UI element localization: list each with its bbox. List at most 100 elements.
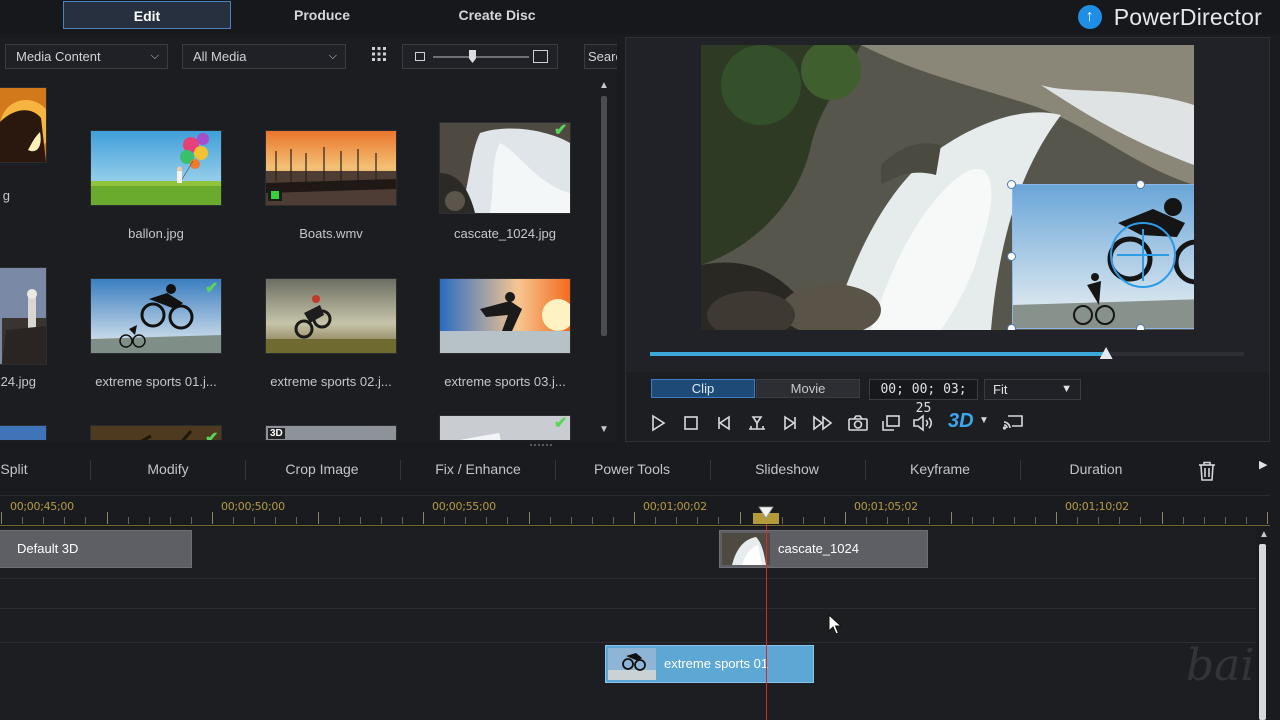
playhead-handle[interactable] bbox=[753, 506, 779, 524]
media-thumb[interactable] bbox=[91, 426, 221, 440]
top-tab-bar: Edit Produce Create Disc ↑ PowerDirector bbox=[0, 0, 1280, 34]
split-marker-icon[interactable] bbox=[745, 412, 769, 434]
media-thumb[interactable] bbox=[0, 268, 46, 364]
ruler-tick bbox=[85, 517, 87, 524]
ruler-tick bbox=[887, 517, 889, 524]
3d-mode-button[interactable]: 3D bbox=[948, 410, 974, 433]
more-tools-arrow-icon[interactable]: ▶ bbox=[1259, 458, 1267, 471]
media-thumb[interactable] bbox=[91, 279, 221, 353]
ruler-tick bbox=[359, 517, 361, 524]
ruler-tick bbox=[43, 517, 45, 524]
edit-toolbar: Split Modify Crop Image Fix / Enhance Po… bbox=[0, 452, 1280, 488]
fix-enhance-button[interactable]: Fix / Enhance bbox=[418, 452, 538, 488]
slider-knob[interactable] bbox=[469, 50, 476, 63]
fast-forward-icon[interactable] bbox=[811, 412, 835, 434]
zoom-fit-dropdown[interactable]: Fit ▼ bbox=[984, 379, 1081, 400]
ruler-tick bbox=[22, 517, 24, 524]
tab-produce[interactable]: Produce bbox=[238, 1, 406, 29]
timeline-clip-cascate[interactable]: cascate_1024 bbox=[719, 530, 928, 568]
toolbar-divider bbox=[400, 460, 401, 480]
scrollbar-thumb[interactable] bbox=[1259, 544, 1266, 720]
movie-mode-button[interactable]: Movie bbox=[756, 379, 860, 398]
small-thumbnail-icon bbox=[415, 52, 425, 61]
media-thumb[interactable] bbox=[266, 426, 396, 440]
toolbar-divider bbox=[555, 460, 556, 480]
slideshow-button[interactable]: Slideshow bbox=[727, 452, 847, 488]
media-thumb[interactable] bbox=[440, 279, 570, 353]
timeline-clip-extreme-sports[interactable]: extreme sports 01 bbox=[605, 645, 814, 683]
preview-scrubber[interactable] bbox=[650, 347, 1244, 359]
split-button[interactable]: Split bbox=[0, 452, 34, 488]
ruler-tick bbox=[233, 517, 235, 524]
search-input[interactable]: Search bbox=[584, 44, 617, 69]
resize-handle[interactable] bbox=[1136, 180, 1145, 189]
chevron-down-icon[interactable]: ▼ bbox=[979, 415, 989, 426]
tab-edit[interactable]: Edit bbox=[63, 1, 231, 29]
undock-preview-icon[interactable] bbox=[879, 412, 903, 434]
preview-screen[interactable] bbox=[701, 45, 1194, 330]
play-icon[interactable] bbox=[646, 412, 670, 434]
stop-icon[interactable] bbox=[679, 412, 703, 434]
timeline-ruler[interactable]: 00;00;45;00 00;00;50;00 00;00;55;00 00;0… bbox=[0, 495, 1270, 527]
toolbar-divider bbox=[710, 460, 711, 480]
grid-view-icon[interactable] bbox=[364, 46, 394, 68]
volume-icon[interactable] bbox=[911, 412, 935, 434]
resize-handle[interactable] bbox=[1136, 324, 1145, 330]
media-thumb[interactable] bbox=[0, 426, 46, 440]
media-content-dropdown[interactable]: Media Content ⌵ bbox=[5, 44, 168, 69]
pip-overlay[interactable] bbox=[1012, 184, 1194, 329]
library-scrollbar[interactable]: ▲ ▼ bbox=[598, 78, 610, 438]
media-thumb[interactable] bbox=[266, 131, 396, 205]
trash-icon[interactable] bbox=[1196, 460, 1218, 482]
track-divider bbox=[0, 642, 1256, 643]
previous-frame-icon[interactable] bbox=[712, 412, 736, 434]
media-filter-dropdown[interactable]: All Media ⌵ bbox=[182, 44, 346, 69]
media-thumb[interactable] bbox=[91, 131, 221, 205]
timeline-tracks[interactable]: Default 3D cascate_1024 extreme sports 0… bbox=[0, 528, 1256, 720]
mouse-pointer-icon bbox=[828, 613, 843, 636]
media-thumb[interactable] bbox=[440, 123, 570, 213]
next-frame-icon[interactable] bbox=[778, 412, 802, 434]
toolbar-divider bbox=[1020, 460, 1021, 480]
media-thumb[interactable] bbox=[0, 88, 46, 162]
scrollbar-thumb[interactable] bbox=[601, 96, 607, 336]
scroll-up-icon[interactable]: ▲ bbox=[599, 80, 609, 91]
upgrade-arrow-icon[interactable]: ↑ bbox=[1077, 5, 1102, 29]
crop-image-button[interactable]: Crop Image bbox=[262, 452, 382, 488]
tab-create-disc[interactable]: Create Disc bbox=[413, 1, 581, 29]
ruler-tick bbox=[127, 517, 129, 524]
modify-button[interactable]: Modify bbox=[118, 452, 218, 488]
chevron-down-icon: ⌵ bbox=[150, 50, 159, 62]
power-tools-button[interactable]: Power Tools bbox=[572, 452, 692, 488]
timecode-display[interactable]: 00; 00; 03; 25 bbox=[869, 379, 978, 416]
ruler-tick bbox=[971, 517, 973, 524]
ruler-baseline bbox=[0, 525, 1270, 526]
scroll-down-icon[interactable]: ▼ bbox=[599, 424, 609, 435]
ruler-tick bbox=[950, 512, 952, 524]
clip-mode-button[interactable]: Clip bbox=[651, 379, 755, 398]
panel-splitter[interactable] bbox=[530, 444, 552, 448]
toolbar-divider bbox=[245, 460, 246, 480]
thumbnail-size-slider[interactable] bbox=[402, 44, 558, 69]
ruler-tick bbox=[1056, 512, 1057, 524]
resize-handle[interactable] bbox=[1007, 324, 1016, 330]
clip-thumbnail bbox=[608, 648, 656, 680]
snapshot-camera-icon[interactable] bbox=[846, 412, 870, 434]
media-thumb[interactable] bbox=[440, 416, 570, 440]
duration-button[interactable]: Duration bbox=[1036, 452, 1156, 488]
ruler-tick bbox=[528, 512, 530, 524]
external-display-icon[interactable] bbox=[1001, 412, 1025, 434]
keyframe-button[interactable]: Keyframe bbox=[880, 452, 1000, 488]
ruler-tick bbox=[634, 512, 635, 524]
ruler-tick bbox=[866, 517, 868, 524]
media-thumb[interactable] bbox=[266, 279, 396, 353]
timeline-clip-default-3d[interactable]: Default 3D bbox=[0, 530, 192, 568]
resize-handle[interactable] bbox=[1007, 180, 1016, 189]
ruler-tick bbox=[275, 517, 277, 524]
resize-handle[interactable] bbox=[1007, 252, 1016, 261]
timeline-scrollbar[interactable]: ▲ bbox=[1256, 528, 1270, 720]
playhead-line[interactable] bbox=[766, 518, 767, 720]
media-filter-dropdown-value: All Media bbox=[193, 49, 247, 64]
scroll-up-icon[interactable]: ▲ bbox=[1259, 529, 1269, 540]
ruler-tick bbox=[1245, 517, 1247, 524]
